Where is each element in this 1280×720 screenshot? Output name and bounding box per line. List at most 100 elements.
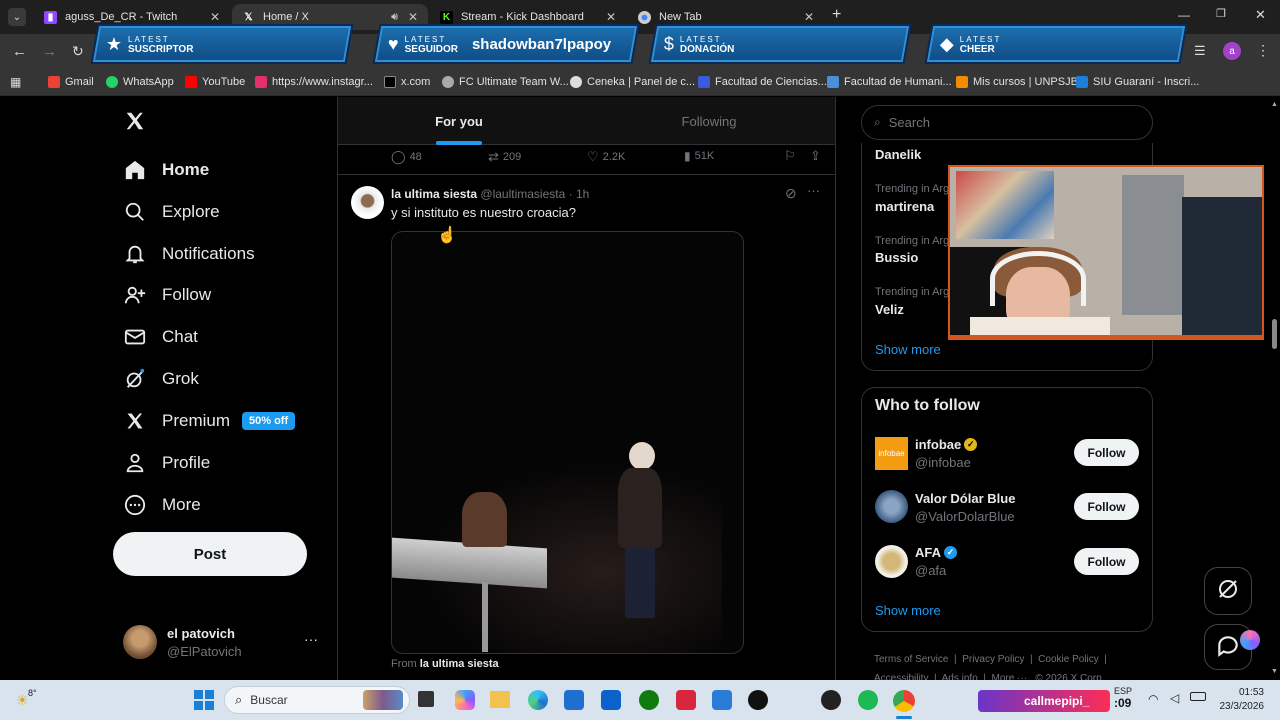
trend-item[interactable]: Danelik [875,147,921,162]
scroll-down-arrow[interactable]: ▼ [1271,668,1278,675]
reply-action[interactable]: ◯ 48 [391,149,422,165]
wps-icon[interactable] [676,690,696,710]
reload-icon[interactable]: ↻ [72,43,84,60]
views-action[interactable]: ▮ 51K [684,149,714,163]
nav-premium[interactable]: Premium 50% off [123,406,296,436]
minimize-window-icon[interactable]: — [1178,8,1190,22]
forward-icon[interactable]: → [42,43,57,60]
bookmark-gmail[interactable]: Gmail [48,76,94,88]
follow-button[interactable]: Follow [1074,493,1139,520]
bookmark-facultad-humani[interactable]: Facultad de Humani... [827,76,952,88]
suggestion-name[interactable]: Valor Dólar Blue [915,491,1015,506]
bookmark-ceneka[interactable]: Ceneka | Panel de c... [570,76,695,88]
tab-following[interactable]: Following [588,97,830,145]
like-action[interactable]: ♡ 2.2K [587,149,625,165]
scroll-up-arrow[interactable]: ▲ [1271,101,1278,108]
chrome-taskbar-icon[interactable] [893,690,915,712]
repost-action[interactable]: ⇄ 209 [488,149,521,165]
account-more-icon[interactable]: ··· [304,631,318,647]
close-window-icon[interactable]: ✕ [1255,7,1266,23]
tweet-more-icon[interactable]: ··· [807,183,820,198]
show-more-trends-link[interactable]: Show more [875,342,941,357]
store-icon[interactable] [564,690,584,710]
nav-explore[interactable]: Explore [123,197,220,227]
share-icon[interactable]: ⇪ [810,148,821,164]
new-tab-button[interactable]: + [832,6,841,24]
tab-list-dropdown-button[interactable]: ⌄ [8,8,26,26]
battery-icon[interactable] [1190,692,1206,701]
back-icon[interactable]: ← [12,43,27,60]
tweet-video[interactable] [391,231,744,654]
copilot-icon[interactable] [455,690,475,710]
footer-link[interactable]: Terms of Service [874,654,948,665]
grok-floating-button[interactable] [1204,567,1252,615]
obs-icon[interactable] [821,690,841,710]
azure-icon[interactable] [601,690,621,710]
scrollbar-thumb[interactable] [1272,319,1277,349]
xbox-icon[interactable] [639,690,659,710]
nav-grok[interactable]: Grok [123,364,199,394]
bookmark-x[interactable]: x.com [384,76,430,88]
chrome-menu-icon[interactable]: ⋮ [1256,42,1270,59]
edge-icon[interactable] [528,690,548,710]
avatar[interactable] [875,545,908,578]
nav-profile[interactable]: Profile [123,448,210,478]
start-button[interactable] [194,690,214,710]
bookmark-siu[interactable]: SIU Guaraní - Inscri... [1076,76,1199,88]
avatar[interactable] [875,490,908,523]
reading-list-icon[interactable]: ☰ [1194,43,1206,59]
clock[interactable]: 01:53 23/3/2026 [1212,686,1265,714]
grok-icon[interactable]: ⊘ [785,185,797,202]
tab-for-you[interactable]: For you [338,97,580,145]
bookmark-whatsapp[interactable]: WhatsApp [106,76,174,88]
x-logo-icon[interactable] [124,110,148,136]
post-button[interactable]: Post [113,532,307,576]
source-name[interactable]: la ultima siesta [420,658,499,670]
bookmark-icon[interactable]: ⚐ [784,148,796,164]
profile-avatar[interactable]: a [1223,42,1241,60]
restore-window-icon[interactable]: ❐ [1216,7,1226,20]
tweet-time[interactable]: · 1h [569,187,590,201]
bookmark-youtube[interactable]: YouTube [185,76,245,88]
file-explorer-icon[interactable] [490,691,510,708]
language-indicator[interactable]: ESP [1114,686,1132,697]
nav-notifications[interactable]: Notifications [123,239,255,269]
bookmark-mis-cursos[interactable]: Mis cursos | UNPSJB [956,76,1078,88]
suggestion-name[interactable]: AFA ✓ [915,545,957,560]
taskbar-search[interactable]: ⌕ Buscar [224,686,410,714]
avatar[interactable]: infobae [875,437,908,470]
footer-link[interactable]: Privacy Policy [962,654,1024,665]
bookmark-fc-ultimate[interactable]: FC Ultimate Team W... [442,76,569,88]
close-tab-icon[interactable]: ✕ [606,10,616,24]
speaker-icon[interactable]: 🔊︎ [391,11,398,24]
show-more-follow-link[interactable]: Show more [875,603,941,618]
trend-item[interactable]: Bussio [875,250,918,265]
page-scrollbar[interactable]: ▲ ▼ [1268,97,1280,680]
tweet-author[interactable]: la ultima siesta [391,187,477,201]
tweet[interactable]: la ultima siesta @laultimasiesta · 1h ⊘ … [338,176,835,680]
apps-grid-icon[interactable]: ▦ [10,75,21,89]
spotify-icon[interactable] [858,690,878,710]
volume-icon[interactable]: ◁ [1170,691,1179,705]
task-view-icon[interactable] [418,691,434,707]
suggestion-name[interactable]: infobae ✓ [915,437,978,452]
tweet-handle[interactable]: @laultimasiesta [480,187,565,201]
bookmark-instagram[interactable]: https://www.instagr... [255,76,373,88]
nav-follow[interactable]: Follow [123,280,211,310]
weather-widget[interactable]: ☀ 8° [16,688,46,712]
wifi-icon[interactable]: ◠ [1148,692,1158,706]
account-switcher[interactable]: el patovich @ElPatovich ··· [118,620,328,664]
trend-item[interactable]: Veliz [875,302,904,317]
search-input[interactable]: ⌕ Search [861,105,1153,140]
bookmark-facultad-ciencias[interactable]: Facultad de Ciencias... [698,76,827,88]
nav-chat[interactable]: Chat [123,322,198,352]
nav-more[interactable]: More [123,490,201,520]
close-tab-icon[interactable]: ✕ [408,10,418,24]
follow-button[interactable]: Follow [1074,439,1139,466]
close-tab-icon[interactable]: ✕ [210,10,220,24]
nav-home[interactable]: Home [123,155,209,185]
network-app-icon[interactable] [712,690,732,710]
tiktok-icon[interactable] [748,690,768,710]
close-tab-icon[interactable]: ✕ [804,10,814,24]
follow-button[interactable]: Follow [1074,548,1139,575]
